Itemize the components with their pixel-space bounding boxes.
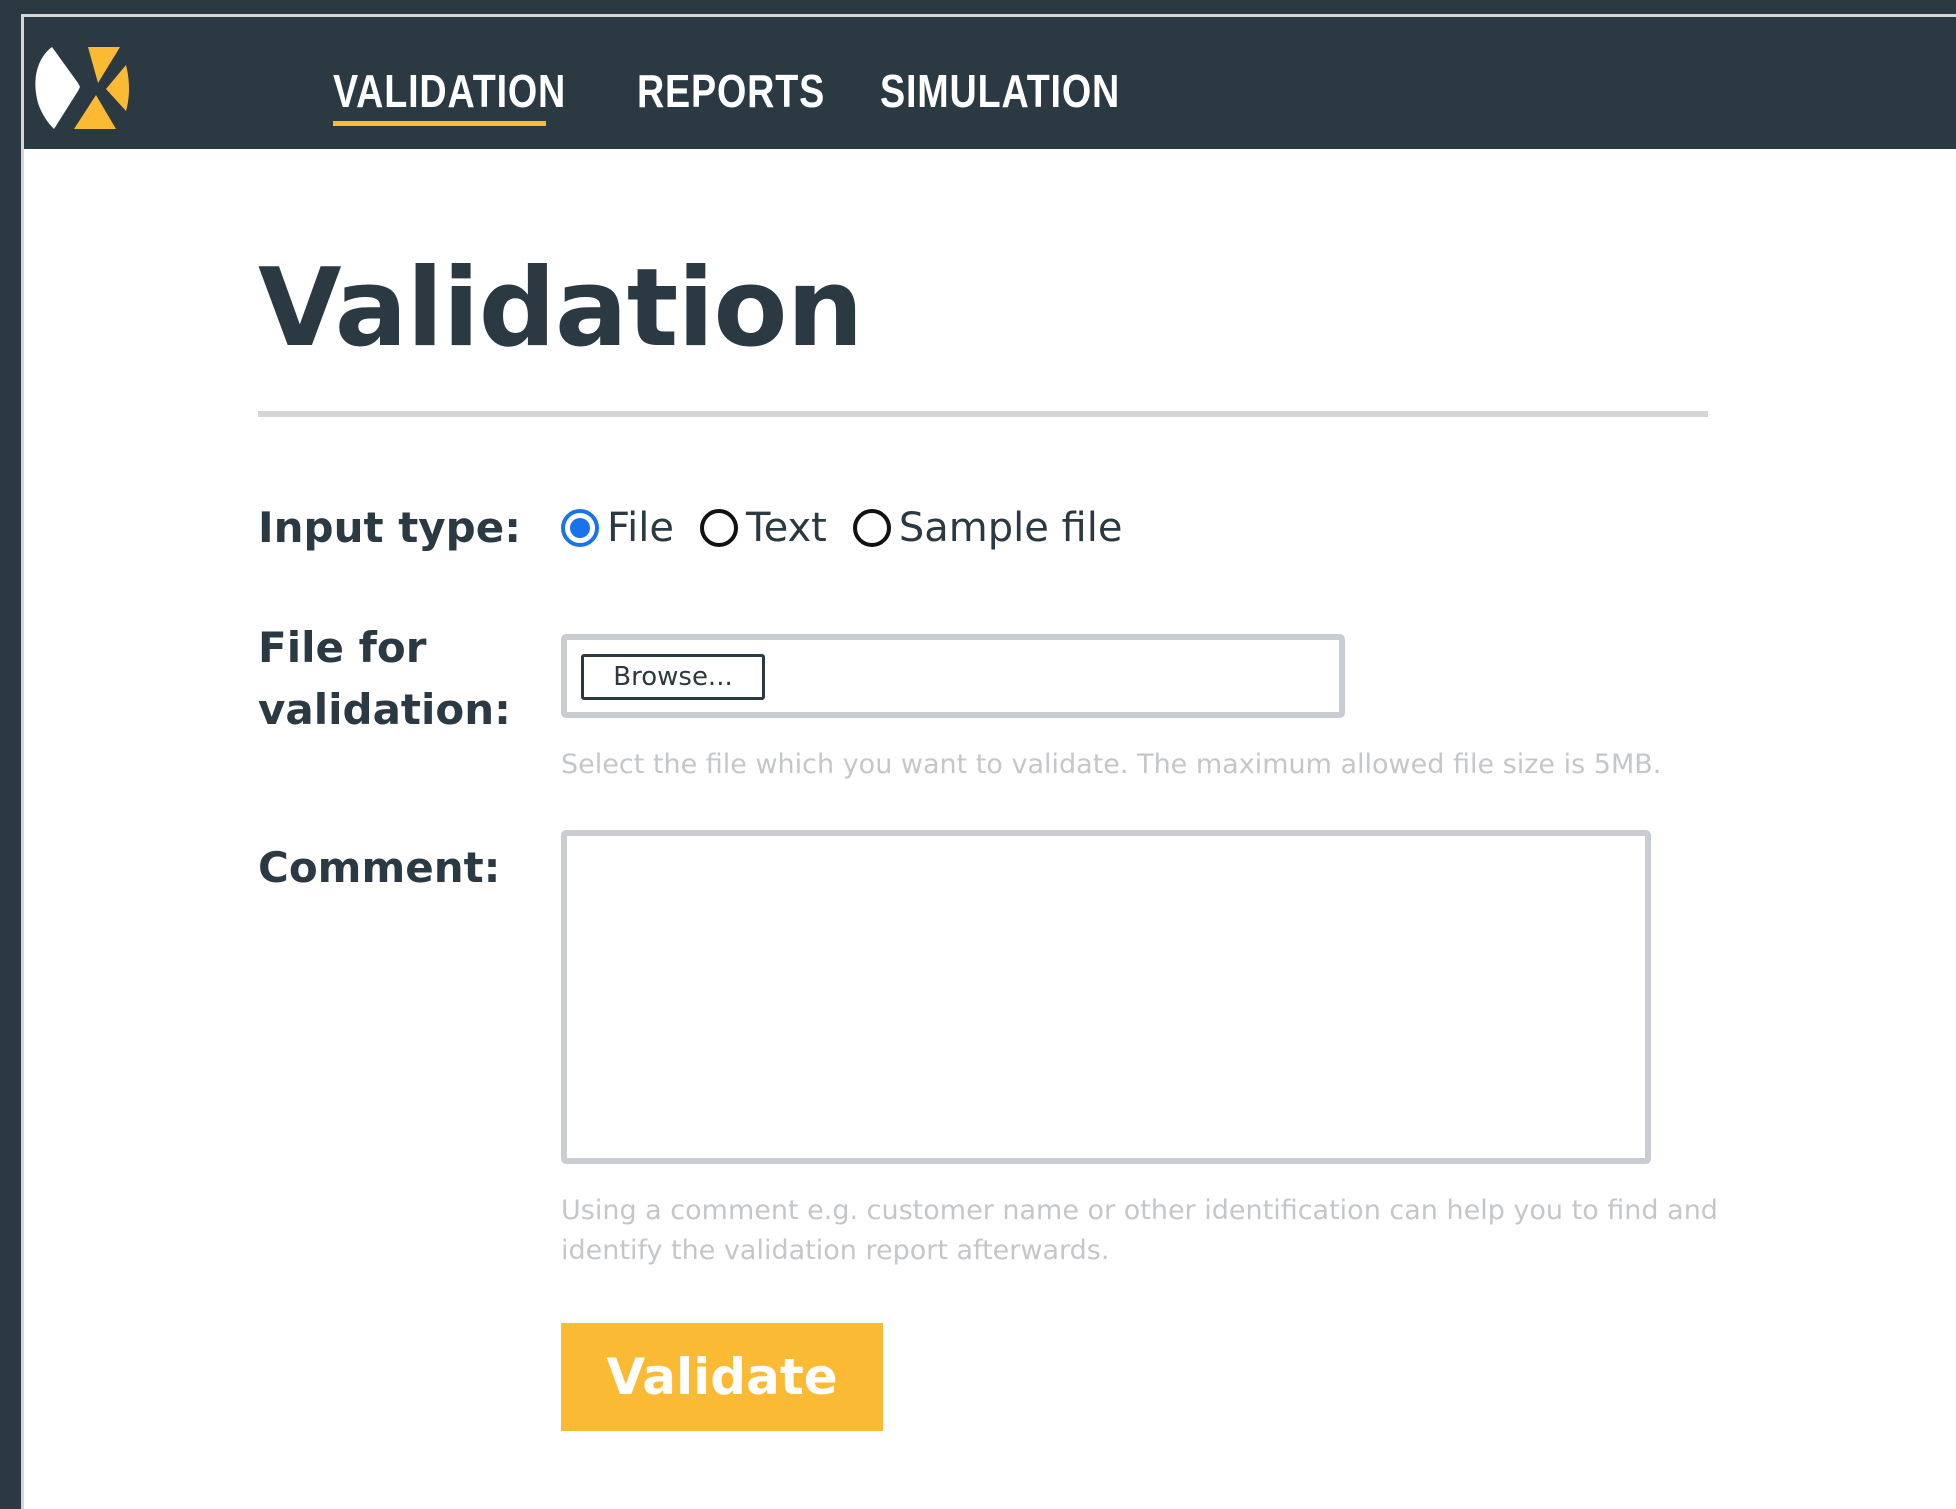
nav-active-indicator: [333, 121, 546, 126]
file-input[interactable]: Browse...: [561, 634, 1345, 718]
title-divider: [258, 411, 1708, 417]
file-help-text: Select the file which you want to valida…: [561, 749, 1662, 780]
radio-label-sample-file: Sample file: [898, 505, 1123, 551]
browse-button[interactable]: Browse...: [581, 654, 765, 700]
radio-option-text[interactable]: Text: [699, 497, 827, 559]
radio-sample-file[interactable]: [852, 509, 891, 547]
radio-option-file[interactable]: File: [561, 497, 674, 559]
radio-file-checked[interactable]: [561, 509, 599, 547]
comment-textarea[interactable]: [561, 830, 1651, 1164]
input-type-radio-group: File Text Sample file: [561, 497, 1148, 559]
nav-reports[interactable]: REPORTS: [637, 61, 825, 121]
file-label-line1: File for: [258, 623, 427, 672]
validate-button[interactable]: Validate: [561, 1323, 883, 1431]
x-logo-icon[interactable]: [30, 37, 130, 137]
page-title: Validation: [258, 246, 864, 371]
nav-simulation[interactable]: SIMULATION: [880, 61, 1120, 121]
radio-text[interactable]: [699, 509, 738, 547]
radio-option-sample-file[interactable]: Sample file: [852, 497, 1123, 559]
nav-validation[interactable]: VALIDATION: [333, 61, 566, 121]
radio-label-text: Text: [745, 505, 827, 551]
app-window: VALIDATION REPORTS SIMULATION Validation…: [21, 14, 1956, 1509]
comment-help-line2: identify the validation report afterward…: [561, 1235, 1110, 1266]
radio-label-file: File: [607, 505, 674, 551]
comment-help-line1: Using a comment e.g. customer name or ot…: [561, 1195, 1718, 1226]
input-type-label: Input type:: [258, 503, 521, 552]
top-navbar: VALIDATION REPORTS SIMULATION: [24, 17, 1956, 149]
file-label-line2: validation:: [258, 685, 511, 734]
comment-label: Comment:: [258, 843, 501, 892]
